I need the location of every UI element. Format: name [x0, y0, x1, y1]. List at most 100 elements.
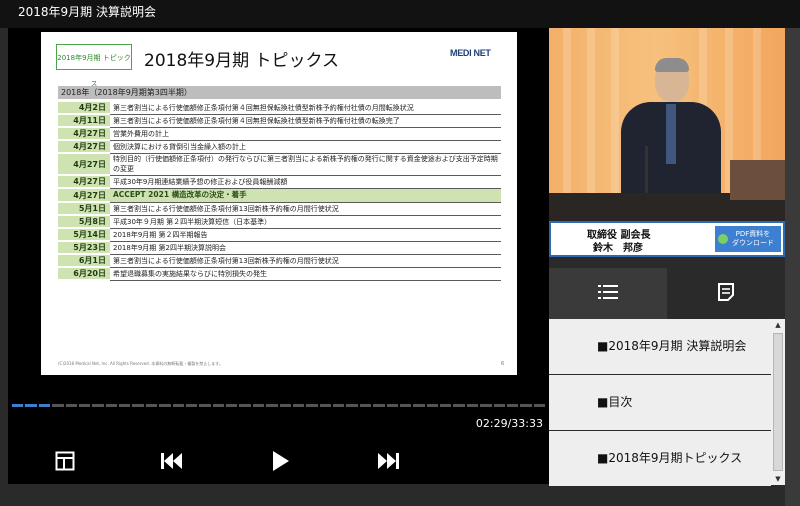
play-icon[interactable] — [267, 448, 293, 474]
skip-forward-icon[interactable] — [375, 448, 401, 474]
tab-chapter-list[interactable] — [549, 268, 667, 319]
topic-date: 5月8日 — [58, 215, 110, 229]
progress-segment — [346, 404, 358, 407]
presentation-slide: 2018年9月期 トピックス 2018年9月期 トピックス MEDI NET 2… — [41, 32, 517, 375]
slide-title: 2018年9月期 トピックス — [144, 51, 339, 71]
topic-text: 第三者割当による行使価額修正条項付第13回新株予約権の月間行使状況 — [110, 202, 501, 216]
chapter-item[interactable]: ■2018年9月期 決算説明会 — [549, 319, 771, 374]
topics-table: 4月2日 第三者割当による行使価額修正条項付第４回無担保転換社債型新株予約権付社債… — [58, 102, 501, 281]
chapter-list: ■2018年9月期 決算説明会 ■目次 ■2018年9月期トピックス — [549, 319, 771, 486]
document-icon — [716, 282, 736, 306]
window-border — [785, 28, 800, 506]
topic-text: 営業外費用の計上 — [110, 127, 501, 141]
progress-segment — [493, 404, 505, 407]
progress-segment — [239, 404, 251, 407]
progress-segment — [520, 404, 532, 407]
progress-segment — [386, 404, 398, 407]
progress-segment — [399, 404, 412, 407]
topic-date: 4月27日 — [58, 127, 110, 141]
topic-date: 6月20日 — [58, 267, 110, 281]
slide-copyright: (C)2018 Medical Net, Inc. All Rights Res… — [58, 361, 223, 366]
progress-segment — [145, 404, 158, 407]
progress-segment — [25, 404, 37, 407]
progress-segment — [453, 404, 465, 407]
video-player[interactable]: 2018年9月期 トピックス 2018年9月期 トピックス MEDI NET 2… — [8, 28, 549, 438]
progress-bar[interactable] — [12, 404, 545, 407]
topic-row: 4月27日 個別決算における貸倒引当金繰入額の計上 — [58, 140, 501, 154]
speaker-name: 鈴木 邦彦 — [593, 243, 643, 254]
topic-text: 第三者割当による行使価額修正条項付第４回無担保転換社債型新株予約権付社債の転換完… — [110, 114, 501, 128]
topic-text: 2018年9月期 第２四半期報告 — [110, 228, 501, 242]
topic-row: 5月8日 平成30年９月期 第２四半期決算短信（日本基準） — [58, 215, 501, 229]
progress-segment — [78, 404, 91, 407]
progress-segment — [172, 404, 184, 407]
progress-segment — [413, 404, 425, 407]
window-title: 2018年9月期 決算説明会 — [18, 5, 156, 19]
topic-row: 4月27日 特別目的（行使価額修正条項付）の発行ならびに第三者割当による新株予約権… — [58, 153, 501, 176]
time-display: 02:29/33:33 — [475, 417, 543, 430]
topic-date: 4月27日 — [58, 153, 110, 176]
list-icon — [597, 283, 619, 305]
progress-segment — [319, 404, 331, 407]
topic-row: 4月27日 ACCEPT 2021 構造改革の決定・着手 — [58, 188, 501, 203]
microphone-stand — [645, 146, 648, 196]
lectern — [730, 160, 785, 200]
progress-segment — [119, 404, 131, 407]
progress-segment — [359, 404, 372, 407]
topic-date: 5月23日 — [58, 241, 110, 255]
layout-icon[interactable] — [52, 448, 78, 474]
progress-segment — [480, 404, 492, 407]
progress-segment — [373, 404, 385, 407]
pdf-icon — [718, 234, 728, 244]
progress-segment — [226, 404, 238, 407]
topic-text: 平成30年9月期連結業績予想の修正および役員報酬減額 — [110, 175, 501, 189]
progress-segment — [466, 404, 479, 407]
topic-text: 第三者割当による行使価額修正条項付第13回新株予約権の月間行使状況 — [110, 254, 501, 268]
slide-badge: 2018年9月期 トピックス — [56, 44, 132, 88]
topic-text: ACCEPT 2021 構造改革の決定・着手 — [110, 188, 501, 203]
logo-text: MEDI NET — [450, 48, 491, 58]
topic-row: 5月14日 2018年9月期 第２四半期報告 — [58, 228, 501, 242]
progress-segment — [426, 404, 438, 407]
progress-segment — [52, 404, 64, 407]
progress-segment — [252, 404, 265, 407]
progress-segment — [159, 404, 171, 407]
window-title-bar: 2018年9月期 決算説明会 — [0, 0, 800, 28]
scroll-thumb[interactable] — [773, 333, 783, 471]
scroll-down-icon[interactable]: ▼ — [771, 473, 785, 485]
progress-segment — [506, 404, 519, 407]
topic-text: 2018年9月期 第2四半期決算説明会 — [110, 241, 501, 255]
topic-date: 6月1日 — [58, 254, 110, 268]
topic-row: 4月2日 第三者割当による行使価額修正条項付第４回無担保転換社債型新株予約権付社債… — [58, 102, 501, 115]
tab-documents[interactable] — [667, 268, 785, 319]
topic-row: 6月1日 第三者割当による行使価額修正条項付第13回新株予約権の月間行使状況 — [58, 254, 501, 268]
topic-date: 4月2日 — [58, 102, 110, 115]
company-logo: MEDI NET — [450, 48, 491, 58]
scroll-up-icon[interactable]: ▲ — [771, 319, 785, 331]
progress-segment — [266, 404, 278, 407]
skip-back-icon[interactable] — [159, 448, 185, 474]
chapter-scrollbar[interactable]: ▲ ▼ — [771, 319, 785, 485]
topic-row: 4月27日 営業外費用の計上 — [58, 127, 501, 141]
window-footer — [0, 484, 800, 506]
topic-date: 5月1日 — [58, 202, 110, 216]
topic-text: 希望退職募集の実施結果ならびに特別損失の発生 — [110, 267, 501, 281]
speaker-video — [549, 28, 785, 221]
pdf-download-label: PDF資料を ダウンロード — [732, 230, 774, 247]
topic-text: 平成30年９月期 第２四半期決算短信（日本基準） — [110, 215, 501, 229]
progress-segment — [199, 404, 211, 407]
topic-text: 第三者割当による行使価額修正条項付第４回無担保転換社債型新株予約権付社債の月間転… — [110, 102, 501, 115]
topic-row: 4月11日 第三者割当による行使価額修正条項付第４回無担保転換社債型新株予約権付社… — [58, 114, 501, 128]
chapter-item[interactable]: ■目次 — [549, 375, 771, 430]
topic-text: 個別決算における貸倒引当金繰入額の計上 — [110, 140, 501, 154]
progress-segment — [12, 404, 24, 407]
player-controls — [8, 438, 549, 484]
pdf-download-button[interactable]: PDF資料を ダウンロード — [715, 226, 781, 252]
chapter-item[interactable]: ■2018年9月期トピックス — [549, 431, 771, 486]
period-header: 2018年（2018年9月期第3四半期） — [58, 86, 501, 99]
sidebar-tabs — [549, 268, 785, 319]
progress-segment — [92, 404, 104, 407]
topic-date: 4月27日 — [58, 140, 110, 154]
topic-row: 4月27日 平成30年9月期連結業績予想の修正および役員報酬減額 — [58, 175, 501, 189]
topic-row: 6月20日 希望退職募集の実施結果ならびに特別損失の発生 — [58, 267, 501, 281]
